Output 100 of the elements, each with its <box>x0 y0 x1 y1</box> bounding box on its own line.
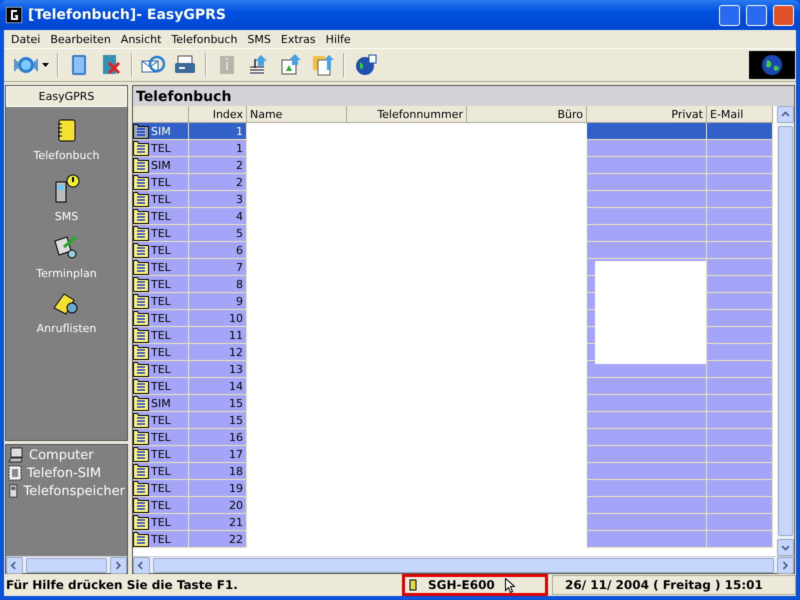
table-cell: 11 <box>189 327 247 344</box>
vertical-scrollbar[interactable] <box>777 106 794 556</box>
globe-logo <box>749 51 795 79</box>
table-cell: 21 <box>189 514 247 531</box>
contact-card-icon <box>133 226 149 240</box>
table-cell: TEL <box>151 380 171 392</box>
table-cell: 2 <box>189 157 247 174</box>
picture-upload-icon[interactable] <box>279 53 303 77</box>
contact-card-icon <box>133 328 149 342</box>
horizontal-scrollbar[interactable] <box>6 556 127 573</box>
document-upload-icon[interactable] <box>311 53 335 77</box>
table-cell: TEL <box>151 260 171 274</box>
table-cell: TEL <box>151 362 171 376</box>
table-cell: 18 <box>189 463 247 480</box>
contact-card-icon <box>133 396 149 410</box>
table-cell: 14 <box>189 378 247 395</box>
table-cell: 19 <box>189 480 247 497</box>
close-button[interactable] <box>773 4 794 26</box>
table-cell <box>707 514 773 531</box>
sidebar-item[interactable]: Terminplan <box>36 267 97 280</box>
table-cell <box>707 497 773 514</box>
table-cell: 5 <box>189 225 247 242</box>
contact-card-icon <box>133 124 149 138</box>
dropdown-caret-icon[interactable] <box>42 63 49 67</box>
table-cell: TEL <box>151 464 171 478</box>
table-cell: 15 <box>189 395 247 412</box>
globe-icon[interactable] <box>353 53 377 77</box>
table-cell <box>707 225 773 242</box>
column-header[interactable]: E-Mail <box>707 106 773 123</box>
table-cell <box>707 378 773 395</box>
table-cell: 16 <box>189 429 247 446</box>
contact-card-icon <box>133 446 149 462</box>
table-cell <box>707 531 773 548</box>
column-header[interactable]: Index <box>189 106 247 123</box>
column-header[interactable]: Telefonnummer <box>347 106 467 123</box>
table-cell <box>707 412 773 429</box>
contact-card-icon <box>133 378 149 394</box>
phone-icon <box>408 579 418 591</box>
status-text: Für Hilfe drücken Sie die Taste F1. <box>5 578 239 592</box>
table-cell: SIM <box>151 396 171 410</box>
column-header[interactable]: Privat <box>587 106 707 123</box>
table-cell <box>707 123 773 140</box>
column-header[interactable]: Name <box>247 106 347 123</box>
table-cell: TEL <box>151 482 171 494</box>
notebook-icon <box>56 119 78 143</box>
table-cell: TEL <box>151 532 171 546</box>
table-cell: TEL <box>151 176 171 188</box>
menu-item[interactable]: Datei <box>6 32 46 46</box>
table-cell: TEL <box>151 192 171 206</box>
sidebar-item[interactable]: Anruflisten <box>36 322 96 335</box>
contact-card-icon <box>133 158 149 172</box>
table-cell: 17 <box>189 446 247 463</box>
phone-message-icon <box>54 174 80 204</box>
mobile-phone-icon <box>8 483 19 499</box>
table-cell: TEL <box>151 498 171 512</box>
sim-card-icon <box>8 465 22 481</box>
contact-card-icon <box>133 498 149 512</box>
column-header[interactable]: Büro <box>467 106 587 123</box>
table-cell: TEL <box>151 516 171 528</box>
table-cell: 10 <box>189 310 247 327</box>
table-cell: 6 <box>189 242 247 259</box>
table-cell: 3 <box>189 191 247 208</box>
table-cell: 13 <box>189 361 247 378</box>
table-cell: 2 <box>189 174 247 191</box>
menu-item[interactable]: SMS <box>242 32 276 46</box>
menu-item[interactable]: Telefonbuch <box>166 32 242 46</box>
source-item[interactable]: Telefon-SIM <box>27 466 102 480</box>
table-cell: TEL <box>151 430 171 444</box>
menu-item[interactable]: Extras <box>276 32 321 46</box>
mouse-cursor-icon <box>504 578 515 592</box>
horizontal-scrollbar[interactable] <box>133 556 794 573</box>
maximize-button[interactable] <box>746 4 767 26</box>
menu-item[interactable]: Bearbeiten <box>45 32 116 46</box>
table-cell <box>707 480 773 497</box>
table-cell: TEL <box>151 142 171 154</box>
table-cell: SIM <box>151 124 171 138</box>
sidebar-title: EasyGPRS <box>6 86 127 107</box>
menu-item[interactable]: Hilfe <box>320 32 356 46</box>
sidebar-item[interactable]: SMS <box>54 210 78 223</box>
contact-card-icon <box>133 294 149 308</box>
contact-card-icon <box>133 208 149 224</box>
table-cell <box>707 242 773 259</box>
source-item[interactable]: Computer <box>29 448 94 462</box>
contact-card-icon <box>133 362 149 376</box>
table-cell: SIM <box>151 158 171 172</box>
table-cell: TEL <box>151 226 171 240</box>
table-cell: TEL <box>151 210 171 222</box>
table-cell <box>707 191 773 208</box>
minimize-button[interactable] <box>719 4 740 26</box>
menu-item[interactable]: Ansicht <box>116 32 166 46</box>
source-item[interactable]: Telefonspeicher <box>24 484 125 498</box>
window-title: [Telefonbuch]- EasyGPRS <box>28 7 227 23</box>
sidebar-item[interactable]: Telefonbuch <box>34 149 100 162</box>
contact-card-icon <box>133 532 149 546</box>
table-cell <box>707 361 773 378</box>
table-cell <box>707 395 773 412</box>
table-cell <box>707 429 773 446</box>
table-cell <box>707 174 773 191</box>
table-cell: 22 <box>189 531 247 548</box>
contact-card-icon <box>133 174 149 190</box>
